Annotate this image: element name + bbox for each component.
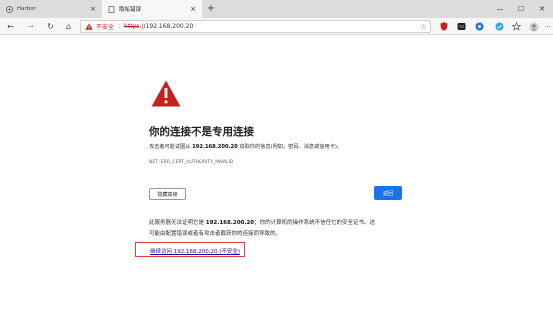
hide-advanced-button[interactable]: 隐藏高级 bbox=[149, 188, 186, 200]
page-title: 你的连接不是专用连接 bbox=[149, 126, 254, 138]
proceed-unsafe-link[interactable]: 继续访问 192.168.200.20 (不安全) bbox=[150, 247, 240, 255]
url-scheme: https bbox=[124, 23, 140, 30]
more-menu-icon[interactable]: ··· bbox=[542, 21, 553, 32]
new-tab-button[interactable]: + bbox=[205, 2, 217, 15]
minimize-button[interactable]: — bbox=[489, 0, 511, 18]
harbor-favicon-icon bbox=[6, 5, 13, 13]
desc-text: 窃取你的信息(例如，密码、消息或信用卡)。 bbox=[237, 144, 343, 150]
favorite-star-icon[interactable]: ☆ bbox=[418, 21, 429, 32]
warning-icon bbox=[85, 23, 93, 31]
privacy-error-page: 你的连接不是专用连接 攻击者可能试图从 192.168.200.20 窃取你的信… bbox=[0, 36, 553, 309]
home-button[interactable]: ⌂ bbox=[62, 20, 75, 33]
reload-button[interactable]: ↻ bbox=[44, 20, 57, 33]
advanced-details-line1: 此服务器无法证明它是 192.168.200.20；你的计算机的操作系统不信任它… bbox=[149, 218, 375, 226]
tab-strip: Harbor × 隐私错误 × + — ☐ ✕ bbox=[0, 0, 553, 18]
blue-extension-icon[interactable] bbox=[474, 21, 485, 32]
browser-toolbar: ← → ↻ ⌂ 不安全 | https ://192.168.200.20 ☆ … bbox=[0, 18, 553, 35]
error-code: NET::ERR_CERT_AUTHORITY_INVALID bbox=[149, 160, 234, 165]
not-secure-label[interactable]: 不安全 bbox=[96, 22, 114, 31]
forward-button[interactable]: → bbox=[24, 20, 37, 33]
tab-harbor[interactable]: Harbor × bbox=[0, 0, 102, 18]
advanced-details-line2: 可能由配置错误或者有攻击者截获你的连接而导致的。 bbox=[149, 231, 282, 237]
large-warning-icon bbox=[151, 80, 181, 107]
detail-text: ；你的计算机的操作系统不信任它的安全证书。这 bbox=[254, 220, 376, 226]
url-host: ://192.168.200.20 bbox=[139, 23, 194, 30]
profile-avatar-icon[interactable] bbox=[528, 21, 539, 32]
desc-text: 攻击者可能试图从 bbox=[149, 144, 193, 150]
tab-title: 隐私错误 bbox=[119, 7, 142, 13]
detail-text: 此服务器无法证明它是 bbox=[149, 220, 206, 226]
tab-close-icon[interactable]: × bbox=[88, 5, 98, 13]
page-favicon-icon bbox=[108, 5, 115, 13]
close-window-button[interactable]: ✕ bbox=[531, 0, 553, 18]
back-to-safety-button[interactable]: 返回 bbox=[374, 186, 402, 200]
tab-privacy-error[interactable]: 隐私错误 × bbox=[102, 0, 202, 18]
collections-icon[interactable] bbox=[511, 21, 522, 32]
dark-extension-icon[interactable] bbox=[456, 21, 467, 32]
address-separator: | bbox=[118, 23, 121, 30]
address-bar[interactable]: 不安全 | https ://192.168.200.20 bbox=[80, 20, 431, 33]
error-description: 攻击者可能试图从 192.168.200.20 窃取你的信息(例如，密码、消息或… bbox=[149, 143, 342, 150]
tab-title: Harbor bbox=[17, 6, 36, 12]
detail-host: 192.168.200.20 bbox=[205, 220, 255, 226]
sky-extension-icon[interactable] bbox=[494, 21, 505, 32]
shield-extension-icon[interactable] bbox=[438, 21, 449, 32]
tab-close-icon[interactable]: × bbox=[188, 5, 198, 13]
back-button[interactable]: ← bbox=[4, 20, 17, 33]
desc-host: 192.168.200.20 bbox=[192, 144, 238, 150]
maximize-button[interactable]: ☐ bbox=[510, 0, 532, 18]
